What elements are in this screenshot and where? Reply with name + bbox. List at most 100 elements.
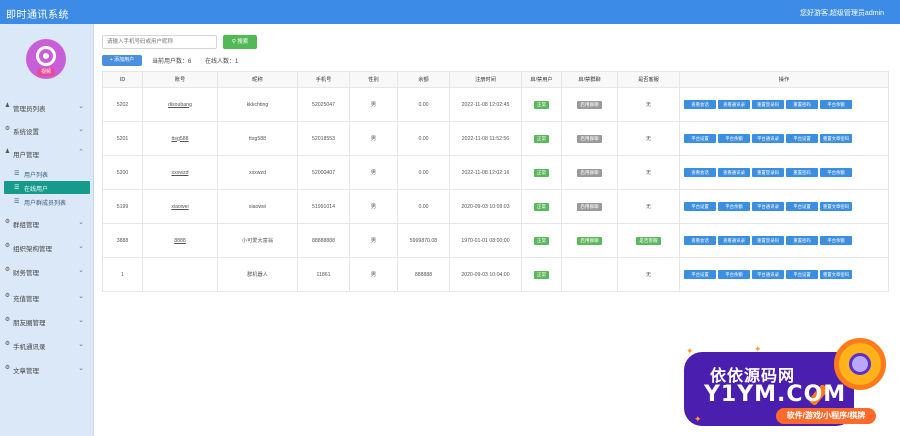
action-button[interactable]: 重置密码 — [786, 100, 818, 109]
status-badge[interactable]: 正常 — [533, 100, 550, 109]
watermark-line3: 软件/游戏/小程序/棋牌 — [776, 408, 876, 424]
sidebar-item-org[interactable]: ⚙ 组织架构管理 ⌄ — [0, 236, 94, 258]
table-row: 5200 xxxwzd xxxwzd 52000407 男 0.00 2022-11-08 … — [102, 155, 889, 190]
action-button[interactable]: 平台通讯录 — [752, 134, 784, 143]
action-button[interactable]: 查看通讯录 — [718, 100, 750, 109]
sidebar: 视频 ♟ 管理员列表 ⌄ ⚙ 系统设置 ⌄ ♟ 用户管理 ⌃ ☰ 用户列表 ☰ … — [0, 24, 94, 436]
group-badge[interactable]: 启用群聊 — [577, 202, 602, 211]
action-button[interactable]: 平台余额 — [718, 202, 750, 211]
group-badge[interactable]: 启用群聊 — [577, 168, 602, 177]
action-button[interactable]: 平台余额 — [718, 134, 750, 143]
chevron-down-icon: ⌄ — [78, 103, 84, 110]
sidebar-item-users[interactable]: ♟ 用户管理 ⌃ — [0, 142, 94, 164]
cell-actions: 查看会话 查看通讯录 重置登录码 重置密码 平台余额 — [679, 223, 889, 258]
column-header: 手机号 — [297, 71, 350, 88]
action-button[interactable]: 平台余额 — [820, 100, 852, 109]
sidebar-item-recharge[interactable]: ⚙ 充值管理 ⌄ — [0, 286, 94, 308]
action-button[interactable]: 平台设置 — [786, 134, 818, 143]
cell-account[interactable] — [142, 257, 218, 292]
action-button[interactable]: 平台设置 — [684, 270, 716, 279]
column-header: 余额 — [397, 71, 450, 88]
action-button[interactable]: 平台余额 — [820, 168, 852, 177]
action-button[interactable]: 平台设置 — [786, 202, 818, 211]
action-button[interactable]: 查看会话 — [684, 168, 716, 177]
gear-icon: ⚙ — [4, 267, 11, 273]
action-button[interactable]: 查看通讯录 — [718, 236, 750, 245]
cell-nick: xxxwzd — [217, 155, 298, 190]
group-badge[interactable]: 启用群聊 — [577, 100, 602, 109]
cell-time: 2022-11-08 12:02:45 — [449, 87, 522, 122]
chevron-up-icon: ⌃ — [78, 149, 84, 156]
cell-account[interactable]: xiaowei — [142, 189, 218, 224]
table-row: 5201 ttsg588 ttsg588 52018553 男 0.00 2022-11-0… — [102, 121, 889, 156]
action-button[interactable]: 平台余额 — [718, 270, 750, 279]
cell-service: 无 — [617, 257, 680, 292]
sidebar-item-contacts[interactable]: ⚙ 手机通讯录 ⌄ — [0, 334, 94, 356]
cell-actions: 查看会话 查看通讯录 重置登录码 重置密码 平台余额 — [679, 155, 889, 190]
sparkle-icon: ✦ — [686, 346, 694, 356]
status-badge[interactable]: 正常 — [533, 134, 550, 143]
action-button[interactable]: 平台设置 — [684, 202, 716, 211]
column-header: 操作 — [679, 71, 889, 88]
sidebar-item-groups[interactable]: ⚙ 群组管理 ⌄ — [0, 212, 94, 234]
cell-time: 1970-01-01 08:00:00 — [449, 223, 522, 258]
action-button[interactable]: 平台设置 — [684, 134, 716, 143]
column-header: 启/禁群聊 — [561, 71, 618, 88]
sidebar-subitem-user-list[interactable]: ☰ 用户列表 — [0, 167, 94, 180]
action-button[interactable]: 查看通讯录 — [718, 168, 750, 177]
sidebar-item-moments[interactable]: ⚙ 朋友圈管理 ⌄ — [0, 310, 94, 332]
user-greeting[interactable]: 您好游客,超级管理员admin — [800, 8, 884, 18]
action-button[interactable]: 重置登录码 — [752, 236, 784, 245]
action-button[interactable]: 重置文章密码 — [820, 134, 852, 143]
cell-time: 2020-09-03 10:04:00 — [449, 257, 522, 292]
action-button[interactable]: 查看会话 — [684, 236, 716, 245]
cell-account[interactable]: disoubang — [142, 87, 218, 122]
cell-status: 正常 — [521, 257, 562, 292]
sidebar-item-admins[interactable]: ♟ 管理员列表 ⌄ — [0, 96, 94, 118]
action-button[interactable]: 查看会话 — [684, 100, 716, 109]
sidebar-item-label: 用户管理 — [13, 152, 39, 159]
action-button[interactable]: 重置密码 — [786, 168, 818, 177]
status-badge[interactable]: 正常 — [533, 270, 550, 279]
chevron-down-icon: ⌄ — [78, 243, 84, 250]
status-badge[interactable]: 正常 — [533, 236, 550, 245]
search-button[interactable]: ⚲ 搜索 — [223, 35, 257, 49]
action-button[interactable]: 重置登录码 — [752, 100, 784, 109]
sidebar-item-settings[interactable]: ⚙ 系统设置 ⌄ — [0, 119, 94, 141]
cell-service: 无 — [617, 121, 680, 156]
sidebar-item-articles[interactable]: ⚙ 文章管理 ⌄ — [0, 358, 94, 380]
service-badge[interactable]: 是否客服 — [636, 236, 661, 245]
group-badge[interactable]: 启用群聊 — [577, 134, 602, 143]
sidebar-subitem-group-members[interactable]: ☰ 用户群成员列表 — [0, 195, 94, 208]
watermark: 依依源码网 Y1YM.COM 软件/游戏/小程序/棋牌 ✦ ✦ ✦ — [664, 326, 900, 436]
sidebar-item-finance[interactable]: ⚙ 财务管理 ⌄ — [0, 260, 94, 282]
action-button[interactable]: 重置密码 — [786, 236, 818, 245]
cell-account[interactable]: xxxwzd — [142, 155, 218, 190]
cell-account[interactable]: 8888 — [142, 223, 218, 258]
gear-icon: ⚙ — [4, 243, 11, 249]
search-input[interactable] — [102, 35, 217, 49]
cell-sex: 男 — [349, 189, 398, 224]
watermark-line2: Y1YM.COM — [704, 382, 847, 407]
sparkle-icon: ✦ — [754, 344, 762, 354]
sparkle-icon: ✦ — [694, 414, 702, 424]
column-header: 性别 — [349, 71, 398, 88]
action-button[interactable]: 平台设置 — [786, 270, 818, 279]
action-button[interactable]: 平台余额 — [820, 236, 852, 245]
action-button[interactable]: 重置登录码 — [752, 168, 784, 177]
status-badge[interactable]: 正常 — [533, 168, 550, 177]
action-button[interactable]: 重置文章密码 — [820, 270, 852, 279]
app-title: 即时通讯系统 — [6, 10, 69, 21]
cell-phone: 52000407 — [297, 155, 350, 190]
column-header: 启/禁用户 — [521, 71, 562, 88]
group-badge[interactable]: 启用群聊 — [577, 236, 602, 245]
action-button[interactable]: 平台通讯录 — [752, 270, 784, 279]
sidebar-subitem-online-users[interactable]: ☰ 在线用户 — [4, 181, 90, 194]
cell-account[interactable]: ttsg588 — [142, 121, 218, 156]
cell-time: 2020-09-03 10:09:03 — [449, 189, 522, 224]
status-badge[interactable]: 正常 — [533, 202, 550, 211]
add-user-button[interactable]: + 添加用户 — [102, 55, 142, 66]
cell-group: 启用群聊 — [561, 189, 618, 224]
action-button[interactable]: 平台通讯录 — [752, 202, 784, 211]
action-button[interactable]: 重置文章密码 — [820, 202, 852, 211]
